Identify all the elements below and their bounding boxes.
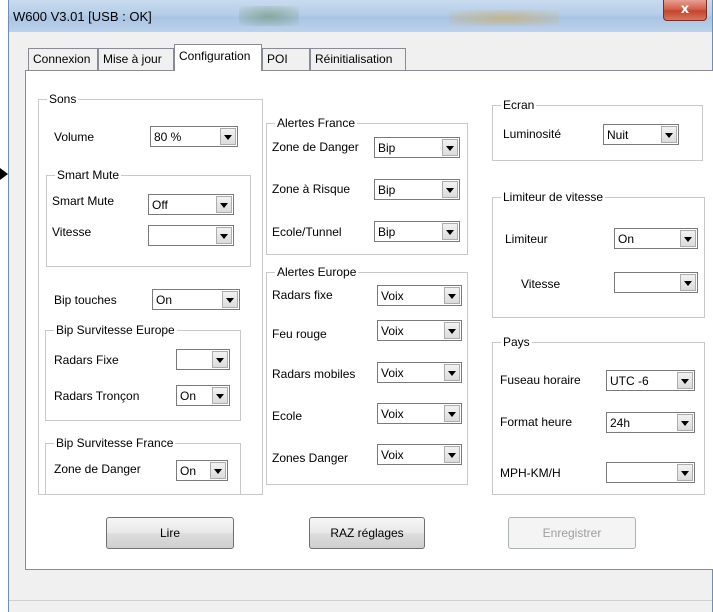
- chevron-down-icon: [444, 322, 460, 339]
- group-alertes-france-title: Alertes France: [275, 116, 358, 130]
- bip-france-zone-danger-select[interactable]: On: [176, 460, 228, 481]
- chevron-down-icon: [444, 287, 460, 304]
- mph-kmh-label: MPH-KM/H: [500, 466, 561, 480]
- chevron-down-icon: [212, 387, 228, 404]
- tab-mise-a-jour[interactable]: Mise à jour: [98, 48, 174, 70]
- chevron-down-icon: [661, 126, 677, 143]
- group-limiteur-title: Limiteur de vitesse: [501, 190, 606, 204]
- af-ecole-tunnel-label: Ecole/Tunnel: [272, 225, 342, 239]
- group-bip-europe-title: Bip Survitesse Europe: [54, 323, 177, 337]
- smart-mute-vitesse-select[interactable]: [148, 225, 234, 246]
- volume-label: Volume: [54, 130, 95, 144]
- fuseau-horaire-label: Fuseau horaire: [500, 373, 581, 387]
- ae-radars-mobiles-select[interactable]: Voix: [377, 362, 462, 383]
- ae-zones-danger-label: Zones Danger: [272, 451, 349, 465]
- radars-troncon-label: Radars Tronçon: [54, 389, 140, 403]
- limiteur-select[interactable]: On: [614, 228, 698, 249]
- chevron-down-icon: [444, 446, 460, 463]
- luminosite-select[interactable]: Nuit: [603, 124, 679, 145]
- radars-fixe-select[interactable]: [176, 349, 230, 370]
- chevron-down-icon: [210, 462, 226, 479]
- af-zone-danger-label: Zone de Danger: [272, 140, 359, 154]
- group-alertes-europe-title: Alertes Europe: [275, 265, 359, 279]
- group-bip-survitesse-europe: Bip Survitesse Europe Radars Fixe Radars…: [45, 323, 241, 421]
- group-pays: Pays Fuseau horaire UTC -6 Format heure …: [492, 335, 705, 495]
- format-heure-select[interactable]: 24h: [606, 412, 695, 433]
- tab-connexion[interactable]: Connexion: [28, 48, 98, 70]
- arrow-pointer-icon: [0, 168, 8, 180]
- bip-touches-select[interactable]: On: [152, 289, 240, 310]
- group-limiteur-de-vitesse: Limiteur de vitesse Limiteur On Vitesse: [492, 190, 705, 318]
- group-alertes-france: Alertes France Zone de Danger Bip Zone à…: [266, 116, 468, 255]
- chevron-down-icon: [212, 351, 228, 368]
- ae-radars-mobiles-label: Radars mobiles: [272, 367, 356, 381]
- window-title: W600 V3.01 [USB : OK]: [13, 9, 152, 24]
- af-zone-danger-select[interactable]: Bip: [374, 137, 460, 158]
- group-bip-france-title: Bip Survitesse France: [54, 436, 176, 450]
- group-alertes-europe: Alertes Europe Radars fixe Voix Feu roug…: [266, 265, 468, 485]
- ae-feu-rouge-select[interactable]: Voix: [377, 320, 462, 341]
- chevron-down-icon: [442, 181, 458, 198]
- group-sons: Sons Volume 80 % Smart Mute Smart Mute O…: [38, 92, 263, 495]
- enregistrer-button[interactable]: Enregistrer: [508, 517, 636, 549]
- chevron-down-icon: [444, 364, 460, 381]
- title-bar: W600 V3.01 [USB : OK] x: [9, 0, 712, 32]
- limiteur-label: Limiteur: [505, 232, 548, 246]
- ae-feu-rouge-label: Feu rouge: [272, 327, 327, 341]
- chevron-down-icon: [442, 223, 458, 240]
- ae-zones-danger-select[interactable]: Voix: [377, 444, 462, 465]
- close-icon: x: [680, 2, 690, 17]
- chevron-down-icon: [677, 414, 693, 431]
- af-zone-risque-select[interactable]: Bip: [374, 179, 460, 200]
- radars-troncon-select[interactable]: On: [176, 385, 230, 406]
- lire-button[interactable]: Lire: [106, 517, 234, 549]
- group-ecran-title: Ecran: [501, 98, 537, 112]
- chevron-down-icon: [680, 274, 696, 291]
- limiteur-vitesse-select[interactable]: [614, 272, 698, 293]
- chevron-down-icon: [216, 196, 232, 213]
- radars-fixe-label: Radars Fixe: [54, 353, 119, 367]
- limiteur-vitesse-label: Vitesse: [521, 277, 561, 291]
- group-ecran: Ecran Luminosité Nuit: [492, 98, 703, 161]
- chevron-down-icon: [220, 128, 236, 145]
- smart-mute-select[interactable]: Off: [148, 194, 234, 215]
- af-ecole-tunnel-select[interactable]: Bip: [374, 221, 460, 242]
- mph-kmh-select[interactable]: [606, 462, 695, 483]
- ae-radars-fixe-label: Radars fixe: [272, 288, 333, 302]
- chevron-down-icon: [442, 139, 458, 156]
- fuseau-horaire-select[interactable]: UTC -6: [606, 370, 695, 391]
- group-pays-title: Pays: [501, 335, 532, 349]
- ae-ecole-label: Ecole: [272, 409, 303, 423]
- status-bar: [9, 600, 712, 612]
- smart-mute-label: Smart Mute: [52, 194, 115, 208]
- group-smart-mute-title: Smart Mute: [55, 168, 122, 182]
- chevron-down-icon: [677, 372, 693, 389]
- configuration-panel: Sons Volume 80 % Smart Mute Smart Mute O…: [25, 70, 713, 570]
- luminosite-label: Luminosité: [503, 127, 562, 141]
- chevron-down-icon: [677, 464, 693, 481]
- af-zone-risque-label: Zone à Risque: [272, 182, 351, 196]
- chevron-down-icon: [222, 291, 238, 308]
- bip-touches-label: Bip touches: [54, 293, 117, 307]
- raz-reglages-button[interactable]: RAZ réglages: [309, 517, 425, 549]
- chevron-down-icon: [216, 227, 232, 244]
- format-heure-label: Format heure: [500, 415, 573, 429]
- app-window: W600 V3.01 [USB : OK] x Connexion Mise à…: [8, 0, 713, 612]
- tab-configuration[interactable]: Configuration: [174, 44, 262, 71]
- group-bip-survitesse-france: Bip Survitesse France Zone de Danger On: [45, 436, 241, 495]
- smart-mute-vitesse-label: Vitesse: [52, 225, 92, 239]
- ae-ecole-select[interactable]: Voix: [377, 403, 462, 424]
- tab-poi[interactable]: POI: [262, 48, 310, 70]
- chevron-down-icon: [680, 230, 696, 247]
- chevron-down-icon: [444, 405, 460, 422]
- ae-radars-fixe-select[interactable]: Voix: [377, 285, 462, 306]
- group-sons-title: Sons: [47, 92, 79, 106]
- group-smart-mute: Smart Mute Smart Mute Off Vitesse: [46, 168, 251, 267]
- close-button[interactable]: x: [663, 0, 707, 21]
- volume-select[interactable]: 80 %: [150, 126, 238, 147]
- bip-france-zone-danger-label: Zone de Danger: [54, 462, 141, 476]
- tab-reinitialisation[interactable]: Réinitialisation: [310, 48, 406, 70]
